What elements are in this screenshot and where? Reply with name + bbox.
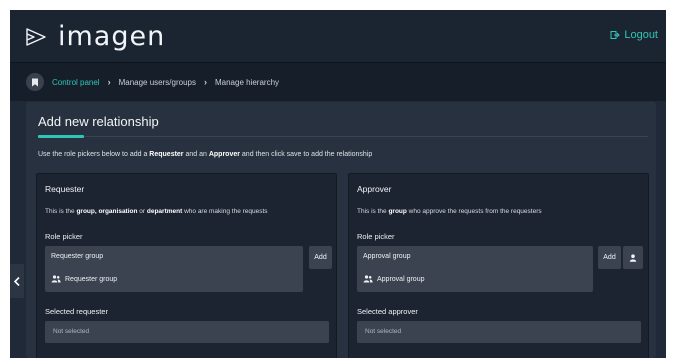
selected-requester-field: Not selected (45, 321, 329, 343)
users-icon (51, 275, 61, 283)
add-relationship-panel: Add new relationship Use the role picker… (26, 102, 656, 358)
users-icon (363, 275, 373, 283)
intro-text-requester: Requester (149, 151, 184, 158)
approver-desc-group: group (388, 208, 407, 215)
breadcrumb-item-control-panel[interactable]: Control panel (52, 78, 100, 87)
logo-mark-icon (26, 28, 46, 46)
requester-desc-part: This is the (45, 208, 77, 215)
logout-button[interactable]: Logout (610, 29, 658, 41)
app-window: imagen Logout Control panel › Manage use… (10, 10, 666, 358)
approver-add-button[interactable]: Add (598, 246, 621, 269)
requester-desc-group: group, organisation (76, 208, 138, 215)
requester-title: Requester (45, 184, 85, 194)
breadcrumb-bar: Control panel › Manage users/groups › Ma… (10, 62, 666, 101)
approver-desc-part: This is the (357, 208, 389, 215)
requester-description: This is the group, organisation or depar… (45, 208, 268, 215)
approver-role-picker[interactable]: Approval group Approval group (357, 246, 593, 292)
intro-text-part: Use the role pickers below to add a (38, 151, 150, 158)
approver-desc-part: who approve the requests from the reques… (406, 208, 542, 215)
requester-desc-part: who are making the requests (182, 208, 268, 215)
selected-requester-label: Selected requester (45, 307, 108, 316)
logout-label: Logout (624, 29, 658, 41)
requester-desc-part: or (137, 208, 147, 215)
selected-approver-label: Selected approver (357, 307, 418, 316)
panel-title: Add new relationship (38, 114, 159, 129)
breadcrumb-chevron-icon: › (203, 77, 207, 87)
approver-title: Approver (357, 184, 392, 194)
requester-card: Requester This is the group, organisatio… (36, 173, 337, 358)
breadcrumb-item-manage-users-groups[interactable]: Manage users/groups (119, 78, 196, 87)
title-divider (38, 136, 648, 137)
requester-picker-option-label: Requester group (65, 275, 118, 283)
top-bar: imagen Logout (10, 10, 666, 62)
requester-role-picker[interactable]: Requester group Requester group (45, 246, 303, 292)
breadcrumb-chevron-icon: › (107, 77, 111, 87)
approver-role-picker-label: Role picker (357, 232, 395, 241)
selected-approver-value: Not selected (365, 328, 402, 335)
approver-card: Approver This is the group who approve t… (348, 173, 649, 358)
intro-text-approver: Approver (208, 151, 240, 158)
logout-icon (610, 31, 621, 39)
approver-picker-option[interactable]: Approval group (363, 275, 424, 283)
breadcrumb: Control panel › Manage users/groups › Ma… (26, 73, 279, 91)
requester-desc-department: department (146, 208, 183, 215)
selected-requester-value: Not selected (53, 328, 90, 335)
approver-role-picker-input[interactable]: Approval group (363, 253, 410, 260)
breadcrumb-item-manage-hierarchy: Manage hierarchy (214, 77, 280, 87)
intro-text: Use the role pickers below to add a Requ… (38, 151, 372, 158)
intro-text-part: and an (183, 151, 209, 158)
requester-picker-option[interactable]: Requester group (51, 275, 117, 283)
intro-text-part: and then click save to add the relations… (239, 151, 373, 158)
requester-add-button[interactable]: Add (309, 246, 332, 269)
logo[interactable]: imagen (24, 22, 165, 52)
chevron-left-icon (14, 276, 20, 286)
user-icon (629, 253, 637, 262)
selected-approver-field: Not selected (357, 321, 641, 343)
bookmark-icon (32, 78, 38, 86)
title-accent-bar (38, 135, 84, 138)
sidebar-toggle-button[interactable] (10, 264, 24, 298)
approver-description: This is the group who approve the reques… (357, 208, 542, 215)
logo-text: imagen (58, 21, 166, 52)
approver-user-button[interactable] (623, 246, 643, 269)
requester-role-picker-input[interactable]: Requester group (51, 253, 103, 260)
approver-picker-option-label: Approval group (377, 275, 425, 283)
breadcrumb-home-button[interactable] (26, 73, 44, 91)
requester-role-picker-label: Role picker (45, 232, 83, 241)
